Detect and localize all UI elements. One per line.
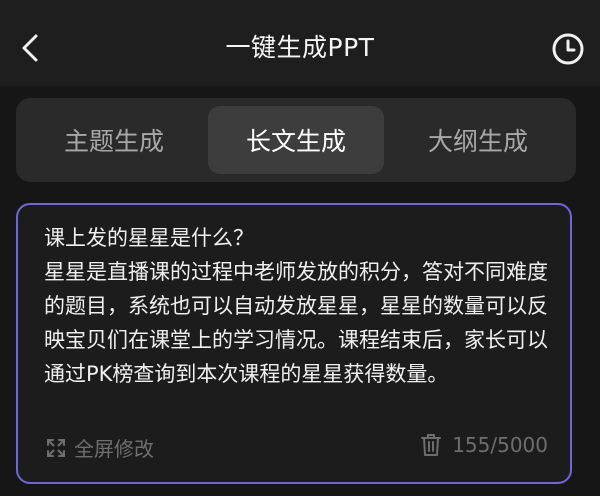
page-title: 一键生成PPT [225, 33, 375, 62]
fullscreen-edit-button[interactable]: 全屏修改 [46, 433, 154, 462]
clear-button[interactable] [420, 433, 442, 457]
char-count: 155/5000 [452, 433, 548, 457]
expand-icon [47, 438, 65, 457]
app-screen: 一键生成PPT 主题生成 长文生成 大纲生成 课上发的星星是什么？ 星星是直播课… [0, 0, 600, 496]
tab-longtext-generate[interactable]: 长文生成 [208, 106, 384, 174]
fullscreen-edit-label: 全屏修改 [74, 437, 154, 461]
tab-theme-generate[interactable]: 主题生成 [24, 106, 204, 174]
tab-outline-generate[interactable]: 大纲生成 [388, 106, 568, 174]
trash-icon [421, 434, 442, 456]
editor-content[interactable]: 课上发的星星是什么？ 星星是直播课的过程中老师发放的积分，答对不同难度的题目，系… [44, 221, 550, 391]
text-editor[interactable]: 课上发的星星是什么？ 星星是直播课的过程中老师发放的积分，答对不同难度的题目，系… [16, 203, 572, 484]
history-button[interactable] [548, 29, 588, 69]
top-bar: 一键生成PPT [0, 0, 600, 86]
mode-tabs: 主题生成 长文生成 大纲生成 [16, 98, 576, 182]
editor-footer-right: 155/5000 [420, 433, 548, 457]
clock-icon [552, 33, 584, 65]
